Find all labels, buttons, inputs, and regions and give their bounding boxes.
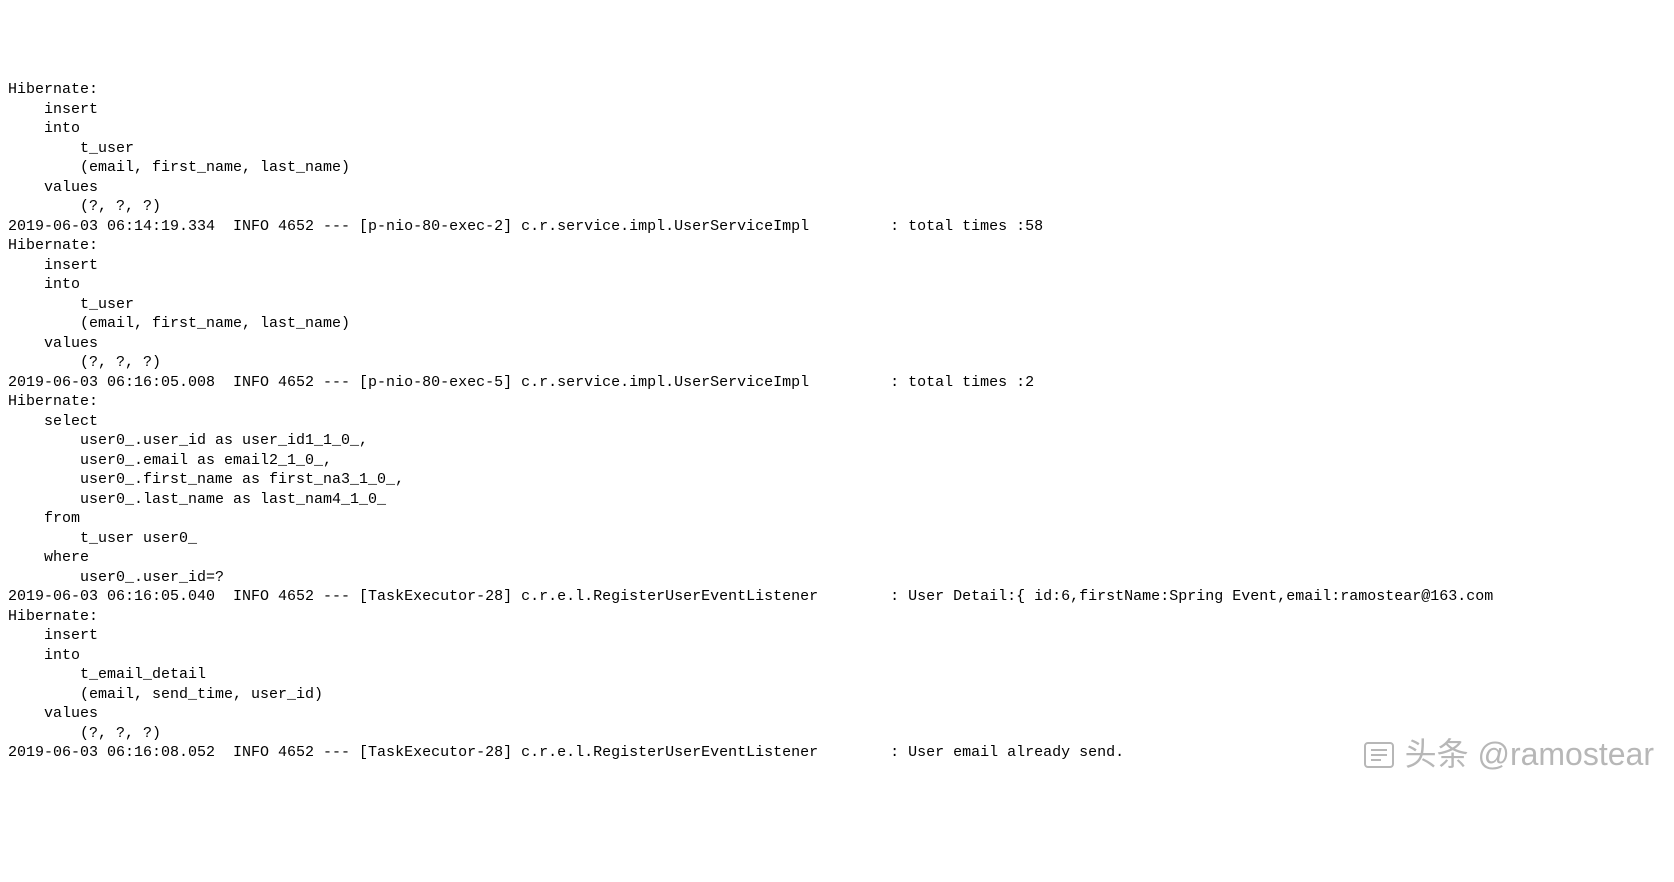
log-line: user0_.first_name as first_na3_1_0_,: [8, 471, 404, 488]
log-line: (email, first_name, last_name): [8, 315, 359, 332]
log-line: (?, ?, ?): [8, 725, 161, 742]
watermark: 头条 @ramostear: [1361, 734, 1654, 776]
log-line: Hibernate:: [8, 237, 107, 254]
log-line: Hibernate:: [8, 81, 107, 98]
log-line: user0_.user_id as user_id1_1_0_,: [8, 432, 368, 449]
log-line: values: [8, 705, 98, 722]
log-line: user0_.user_id=?: [8, 569, 224, 586]
log-line: 2019-06-03 06:16:05.040 INFO 4652 --- [T…: [8, 588, 1493, 605]
log-line: from: [8, 510, 80, 527]
log-line: (email, first_name, last_name): [8, 159, 359, 176]
toutiao-icon: [1361, 737, 1397, 773]
log-line: into: [8, 647, 80, 664]
log-line: values: [8, 179, 98, 196]
log-line: 2019-06-03 06:14:19.334 INFO 4652 --- [p…: [8, 218, 1043, 235]
log-line: (email, send_time, user_id): [8, 686, 332, 703]
log-line: insert: [8, 627, 107, 644]
log-line: (?, ?, ?): [8, 354, 161, 371]
log-line: select: [8, 413, 98, 430]
log-output: Hibernate: insert into t_user (email, fi…: [0, 78, 1674, 784]
log-line: where: [8, 549, 89, 566]
watermark-text: 头条 @ramostear: [1405, 734, 1654, 776]
log-line: t_user user0_: [8, 530, 206, 547]
log-line: t_user: [8, 140, 134, 157]
log-line: t_email_detail: [8, 666, 206, 683]
log-line: into: [8, 120, 80, 137]
log-line: 2019-06-03 06:16:08.052 INFO 4652 --- [T…: [8, 744, 1124, 761]
log-line: user0_.email as email2_1_0_,: [8, 452, 332, 469]
log-line: into: [8, 276, 80, 293]
log-line: insert: [8, 101, 107, 118]
log-line: t_user: [8, 296, 134, 313]
log-line: (?, ?, ?): [8, 198, 161, 215]
log-line: values: [8, 335, 98, 352]
log-line: insert: [8, 257, 107, 274]
log-line: Hibernate:: [8, 608, 107, 625]
log-line: Hibernate:: [8, 393, 107, 410]
log-line: user0_.last_name as last_nam4_1_0_: [8, 491, 395, 508]
log-line: 2019-06-03 06:16:05.008 INFO 4652 --- [p…: [8, 374, 1034, 391]
